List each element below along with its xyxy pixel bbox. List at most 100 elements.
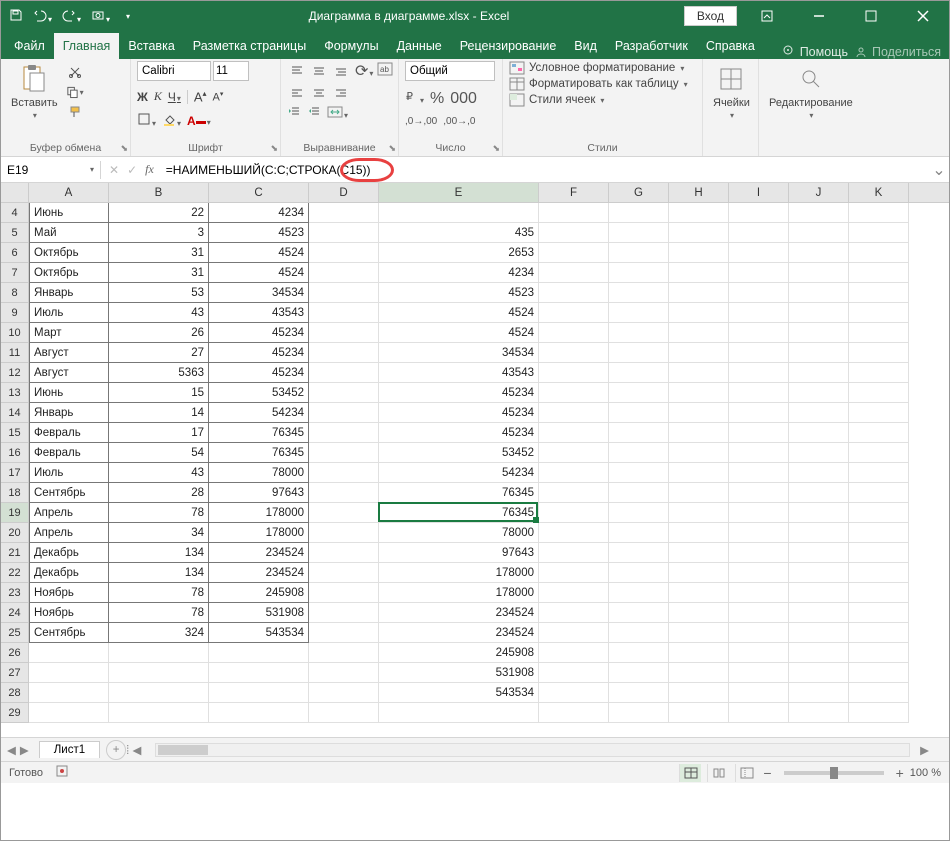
tab-help[interactable]: Справка — [697, 33, 764, 59]
cell[interactable]: 178000 — [379, 563, 539, 583]
cell[interactable]: 34 — [109, 523, 209, 543]
cell[interactable] — [109, 663, 209, 683]
cell[interactable] — [309, 343, 379, 363]
cell[interactable] — [539, 283, 609, 303]
cell[interactable] — [669, 523, 729, 543]
cell[interactable]: Август — [29, 363, 109, 383]
cell[interactable] — [309, 403, 379, 423]
align-left-icon[interactable] — [287, 84, 307, 102]
cell[interactable] — [209, 663, 309, 683]
cell[interactable]: 53 — [109, 283, 209, 303]
cell[interactable]: Сентябрь — [29, 483, 109, 503]
cell[interactable]: 4524 — [379, 323, 539, 343]
cell[interactable] — [539, 323, 609, 343]
cell[interactable] — [729, 523, 789, 543]
cell[interactable] — [669, 263, 729, 283]
qat-customize-icon[interactable]: ▾ — [126, 12, 130, 21]
row-header[interactable]: 26 — [1, 643, 29, 663]
cell[interactable] — [609, 263, 669, 283]
cell[interactable] — [789, 363, 849, 383]
cell[interactable]: Июль — [29, 303, 109, 323]
cell[interactable]: Декабрь — [29, 543, 109, 563]
cell[interactable] — [539, 703, 609, 723]
cell[interactable] — [669, 223, 729, 243]
cell[interactable]: 78 — [109, 503, 209, 523]
tab-layout[interactable]: Разметка страницы — [184, 33, 315, 59]
row-header[interactable]: 5 — [1, 223, 29, 243]
tab-file[interactable]: Файл — [5, 33, 54, 59]
cell[interactable] — [309, 463, 379, 483]
cell[interactable] — [539, 483, 609, 503]
cell[interactable] — [539, 663, 609, 683]
cell[interactable]: 76345 — [209, 443, 309, 463]
cell[interactable] — [789, 703, 849, 723]
cell[interactable] — [609, 323, 669, 343]
cell[interactable] — [669, 323, 729, 343]
cell[interactable] — [109, 703, 209, 723]
cell[interactable] — [669, 443, 729, 463]
font-size-select[interactable] — [213, 61, 249, 81]
cell[interactable] — [789, 203, 849, 223]
tellme-button[interactable]: Помощь — [782, 45, 848, 59]
cell[interactable] — [669, 543, 729, 563]
cell[interactable] — [309, 683, 379, 703]
cells-button[interactable]: Ячейки ▾ — [709, 61, 754, 122]
cell[interactable]: 543534 — [379, 683, 539, 703]
row-header[interactable]: 10 — [1, 323, 29, 343]
cell[interactable] — [669, 603, 729, 623]
col-header[interactable]: H — [669, 183, 729, 202]
cell[interactable] — [729, 343, 789, 363]
cell[interactable]: Октябрь — [29, 243, 109, 263]
cell[interactable] — [789, 303, 849, 323]
cell[interactable]: Июнь — [29, 383, 109, 403]
cell[interactable] — [669, 303, 729, 323]
cell[interactable] — [849, 303, 909, 323]
col-header[interactable]: J — [789, 183, 849, 202]
cell[interactable]: 27 — [109, 343, 209, 363]
cell[interactable] — [849, 243, 909, 263]
cell[interactable] — [729, 203, 789, 223]
cell[interactable]: Январь — [29, 283, 109, 303]
cell[interactable] — [729, 643, 789, 663]
tab-data[interactable]: Данные — [388, 33, 451, 59]
cell[interactable] — [609, 363, 669, 383]
align-bottom-icon[interactable] — [331, 62, 351, 80]
cell[interactable]: 134 — [109, 563, 209, 583]
cell[interactable] — [789, 283, 849, 303]
cancel-formula-icon[interactable]: ✕ — [109, 163, 119, 177]
cell[interactable] — [379, 203, 539, 223]
cell[interactable] — [309, 503, 379, 523]
decrease-font-icon[interactable]: A▾ — [213, 90, 224, 104]
cell[interactable]: 54234 — [209, 403, 309, 423]
row-header[interactable]: 16 — [1, 443, 29, 463]
cell[interactable] — [539, 463, 609, 483]
cell[interactable] — [309, 323, 379, 343]
cell[interactable] — [309, 383, 379, 403]
cell[interactable] — [539, 523, 609, 543]
minimize-icon[interactable] — [797, 1, 841, 31]
cell[interactable] — [789, 463, 849, 483]
cell[interactable] — [789, 383, 849, 403]
cell[interactable] — [609, 663, 669, 683]
cell[interactable]: 234524 — [209, 543, 309, 563]
cell[interactable]: 54 — [109, 443, 209, 463]
cell[interactable]: Апрель — [29, 523, 109, 543]
cell[interactable]: 17 — [109, 423, 209, 443]
cell[interactable] — [309, 543, 379, 563]
row-header[interactable]: 14 — [1, 403, 29, 423]
row-header[interactable]: 15 — [1, 423, 29, 443]
cut-icon[interactable] — [66, 63, 84, 81]
cell[interactable] — [309, 643, 379, 663]
cell[interactable] — [789, 423, 849, 443]
cell[interactable] — [669, 703, 729, 723]
cell[interactable]: 178000 — [379, 583, 539, 603]
tab-view[interactable]: Вид — [565, 33, 606, 59]
cell[interactable]: 4234 — [209, 203, 309, 223]
cell[interactable] — [539, 203, 609, 223]
horizontal-scrollbar[interactable] — [155, 743, 910, 757]
view-normal-icon[interactable] — [679, 764, 701, 782]
italic-button[interactable]: К — [154, 89, 162, 104]
cell[interactable]: Декабрь — [29, 563, 109, 583]
cell[interactable]: Апрель — [29, 503, 109, 523]
cell[interactable] — [29, 703, 109, 723]
